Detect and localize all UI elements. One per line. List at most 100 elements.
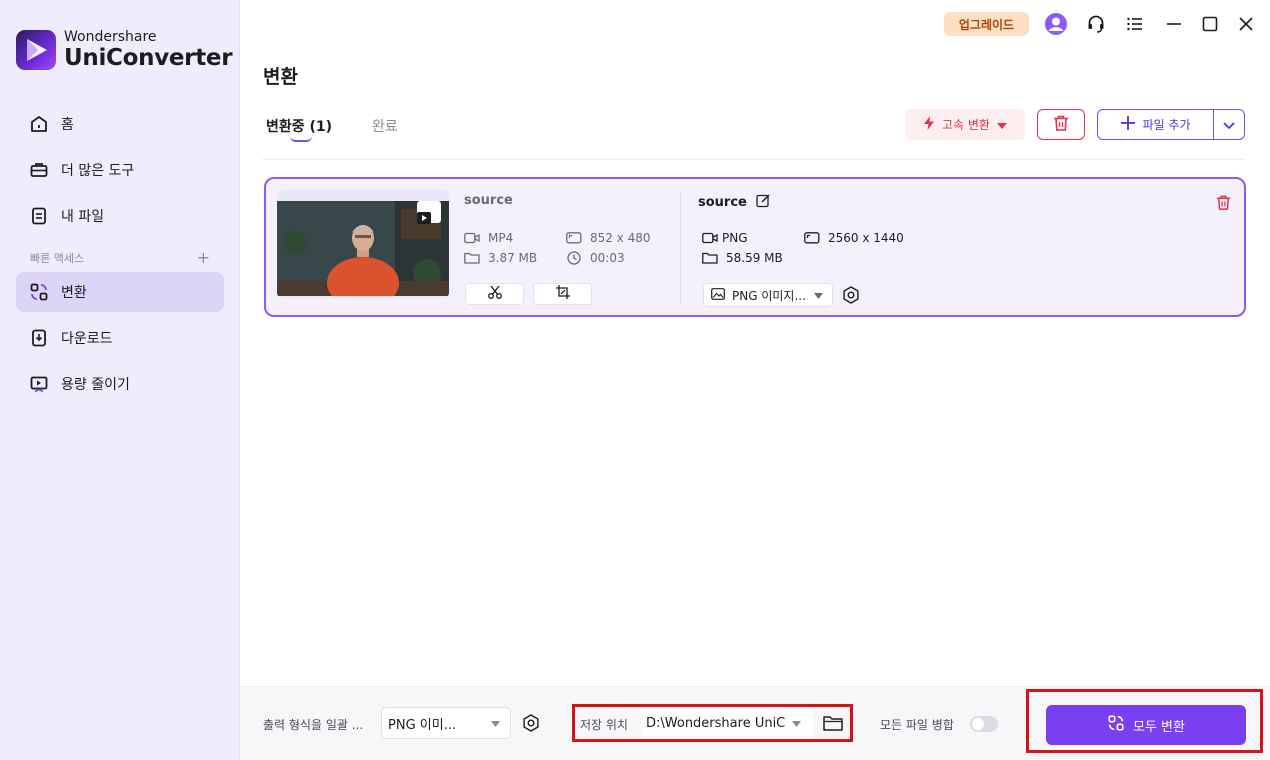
header-divider xyxy=(262,159,1245,160)
lightning-icon xyxy=(923,116,935,133)
output-file-name: source xyxy=(698,195,747,210)
compress-icon xyxy=(28,373,50,395)
file-card[interactable]: source MP4 852 x 480 3.87 MB 00:03 sourc… xyxy=(264,177,1246,317)
output-file-name-group: source xyxy=(698,193,771,212)
remove-file-trash-icon[interactable] xyxy=(1212,191,1234,213)
video-camera-icon xyxy=(702,231,718,245)
quick-access-header: 빠른 액세스 + xyxy=(30,248,210,267)
fast-convert-label: 고속 변환 xyxy=(942,118,990,132)
source-duration: 00:03 xyxy=(566,251,625,265)
output-resolution-value: 2560 x 1440 xyxy=(828,231,904,245)
add-file-button-group: 파일 추가 xyxy=(1097,109,1245,140)
add-file-button[interactable]: 파일 추가 xyxy=(1098,110,1213,139)
caret-down-icon xyxy=(491,716,500,731)
tab-converting-label: 변환중 xyxy=(266,119,305,135)
merge-all-files-toggle[interactable] xyxy=(970,716,998,732)
add-file-dropdown-button[interactable] xyxy=(1213,110,1244,139)
convert-icon xyxy=(1107,714,1125,736)
video-play-icon xyxy=(417,201,441,224)
crop-icon xyxy=(555,284,571,304)
maximize-icon[interactable] xyxy=(1198,12,1222,36)
minimize-icon[interactable] xyxy=(1162,12,1186,36)
convert-icon xyxy=(28,281,50,303)
source-size: 3.87 MB xyxy=(464,251,537,265)
open-folder-icon[interactable] xyxy=(821,711,845,735)
output-format-all-label: 출력 형식을 일괄 ... xyxy=(263,718,364,732)
crop-button[interactable] xyxy=(533,283,592,305)
trim-button[interactable] xyxy=(465,283,524,305)
sidebar-item-download[interactable]: 다운로드 xyxy=(16,318,224,358)
tab-converting-count: (1) xyxy=(309,119,333,135)
add-file-label: 파일 추가 xyxy=(1142,118,1191,132)
upgrade-button[interactable]: 업그레이드 xyxy=(944,12,1029,36)
app-logo: Wondershare UniConverter xyxy=(16,30,233,70)
caret-down-icon xyxy=(792,716,801,731)
output-format-select[interactable]: PNG 이미지... xyxy=(703,283,833,307)
toolbox-icon xyxy=(28,159,50,181)
trash-icon xyxy=(1052,114,1070,136)
save-location-path: D:\Wondershare UniConverter xyxy=(646,715,786,731)
image-icon xyxy=(711,287,725,303)
menu-list-icon[interactable] xyxy=(1123,12,1147,36)
source-resolution: 852 x 480 xyxy=(566,231,651,245)
merge-all-files-label: 모든 파일 병합 xyxy=(880,718,954,732)
sidebar-item-label: 홈 xyxy=(61,117,74,133)
output-resolution: 2560 x 1440 xyxy=(804,231,904,245)
video-camera-icon xyxy=(464,231,480,245)
caret-down-icon xyxy=(814,288,823,302)
resolution-icon xyxy=(804,231,820,245)
convert-all-label: 모두 변환 xyxy=(1133,719,1185,735)
resolution-icon xyxy=(566,231,582,245)
chevron-down-icon xyxy=(1223,115,1235,134)
uniconverter-logo-icon xyxy=(16,30,56,70)
sidebar-item-convert[interactable]: 변환 xyxy=(16,272,224,312)
output-size: 58.59 MB xyxy=(702,251,783,265)
home-icon xyxy=(28,113,50,135)
source-format-value: MP4 xyxy=(488,231,514,245)
close-icon[interactable] xyxy=(1234,12,1258,36)
output-settings-gear-icon[interactable] xyxy=(840,284,862,306)
add-quick-access-icon[interactable]: + xyxy=(197,248,210,267)
sidebar-item-label: 다운로드 xyxy=(61,331,113,347)
quick-access-label: 빠른 액세스 xyxy=(30,251,85,265)
account-avatar-icon[interactable] xyxy=(1044,12,1068,36)
support-headset-icon[interactable] xyxy=(1084,12,1108,36)
sidebar-item-compress[interactable]: 용량 줄이기 xyxy=(16,364,224,404)
output-format-select-value: PNG 이미지... xyxy=(732,288,806,303)
convert-all-button[interactable]: 모두 변환 xyxy=(1046,705,1246,745)
scissors-icon xyxy=(487,284,503,304)
sidebar-item-home[interactable]: 홈 xyxy=(16,104,224,144)
sidebar-item-label: 변환 xyxy=(61,285,87,301)
folder-icon xyxy=(464,251,480,265)
output-format-all-select[interactable]: PNG 이미... xyxy=(381,707,511,739)
tab-done[interactable]: 완료 xyxy=(372,116,398,136)
delete-all-button[interactable] xyxy=(1037,109,1085,140)
sidebar-item-label: 용량 줄이기 xyxy=(61,377,130,393)
save-location-highlight: 저장 위치 D:\Wondershare UniConverter xyxy=(572,704,853,742)
caret-down-icon xyxy=(996,118,1007,132)
output-format-all-settings-gear-icon[interactable] xyxy=(520,712,542,734)
output-format-value: PNG xyxy=(722,231,748,245)
bottom-bar: 출력 형식을 일괄 ... PNG 이미... 저장 위치 D:\Wonders… xyxy=(240,686,1270,760)
source-file-name: source xyxy=(464,193,513,208)
source-size-value: 3.87 MB xyxy=(488,251,538,265)
sidebar-item-more-tools[interactable]: 더 많은 도구 xyxy=(16,150,224,190)
source-resolution-value: 852 x 480 xyxy=(590,231,651,245)
convert-all-highlight: 모두 변환 xyxy=(1026,689,1263,753)
fast-convert-button[interactable]: 고속 변환 xyxy=(905,109,1025,140)
plus-icon xyxy=(1120,116,1135,133)
output-format-all-value: PNG 이미... xyxy=(388,717,457,733)
active-tab-indicator xyxy=(290,136,312,142)
file-icon xyxy=(28,205,50,227)
video-thumbnail[interactable] xyxy=(277,190,449,298)
clock-icon xyxy=(566,251,582,265)
edit-name-icon[interactable] xyxy=(756,193,771,212)
save-location-select[interactable]: D:\Wondershare UniConverter xyxy=(641,708,813,738)
source-duration-value: 00:03 xyxy=(590,251,625,265)
sidebar-item-my-files[interactable]: 내 파일 xyxy=(16,196,224,236)
page-title: 변환 xyxy=(263,66,298,88)
tab-converting[interactable]: 변환중 (1) xyxy=(266,116,332,136)
sidebar-item-label: 더 많은 도구 xyxy=(61,163,135,179)
output-size-value: 58.59 MB xyxy=(726,251,783,265)
save-location-label: 저장 위치 xyxy=(580,718,628,732)
